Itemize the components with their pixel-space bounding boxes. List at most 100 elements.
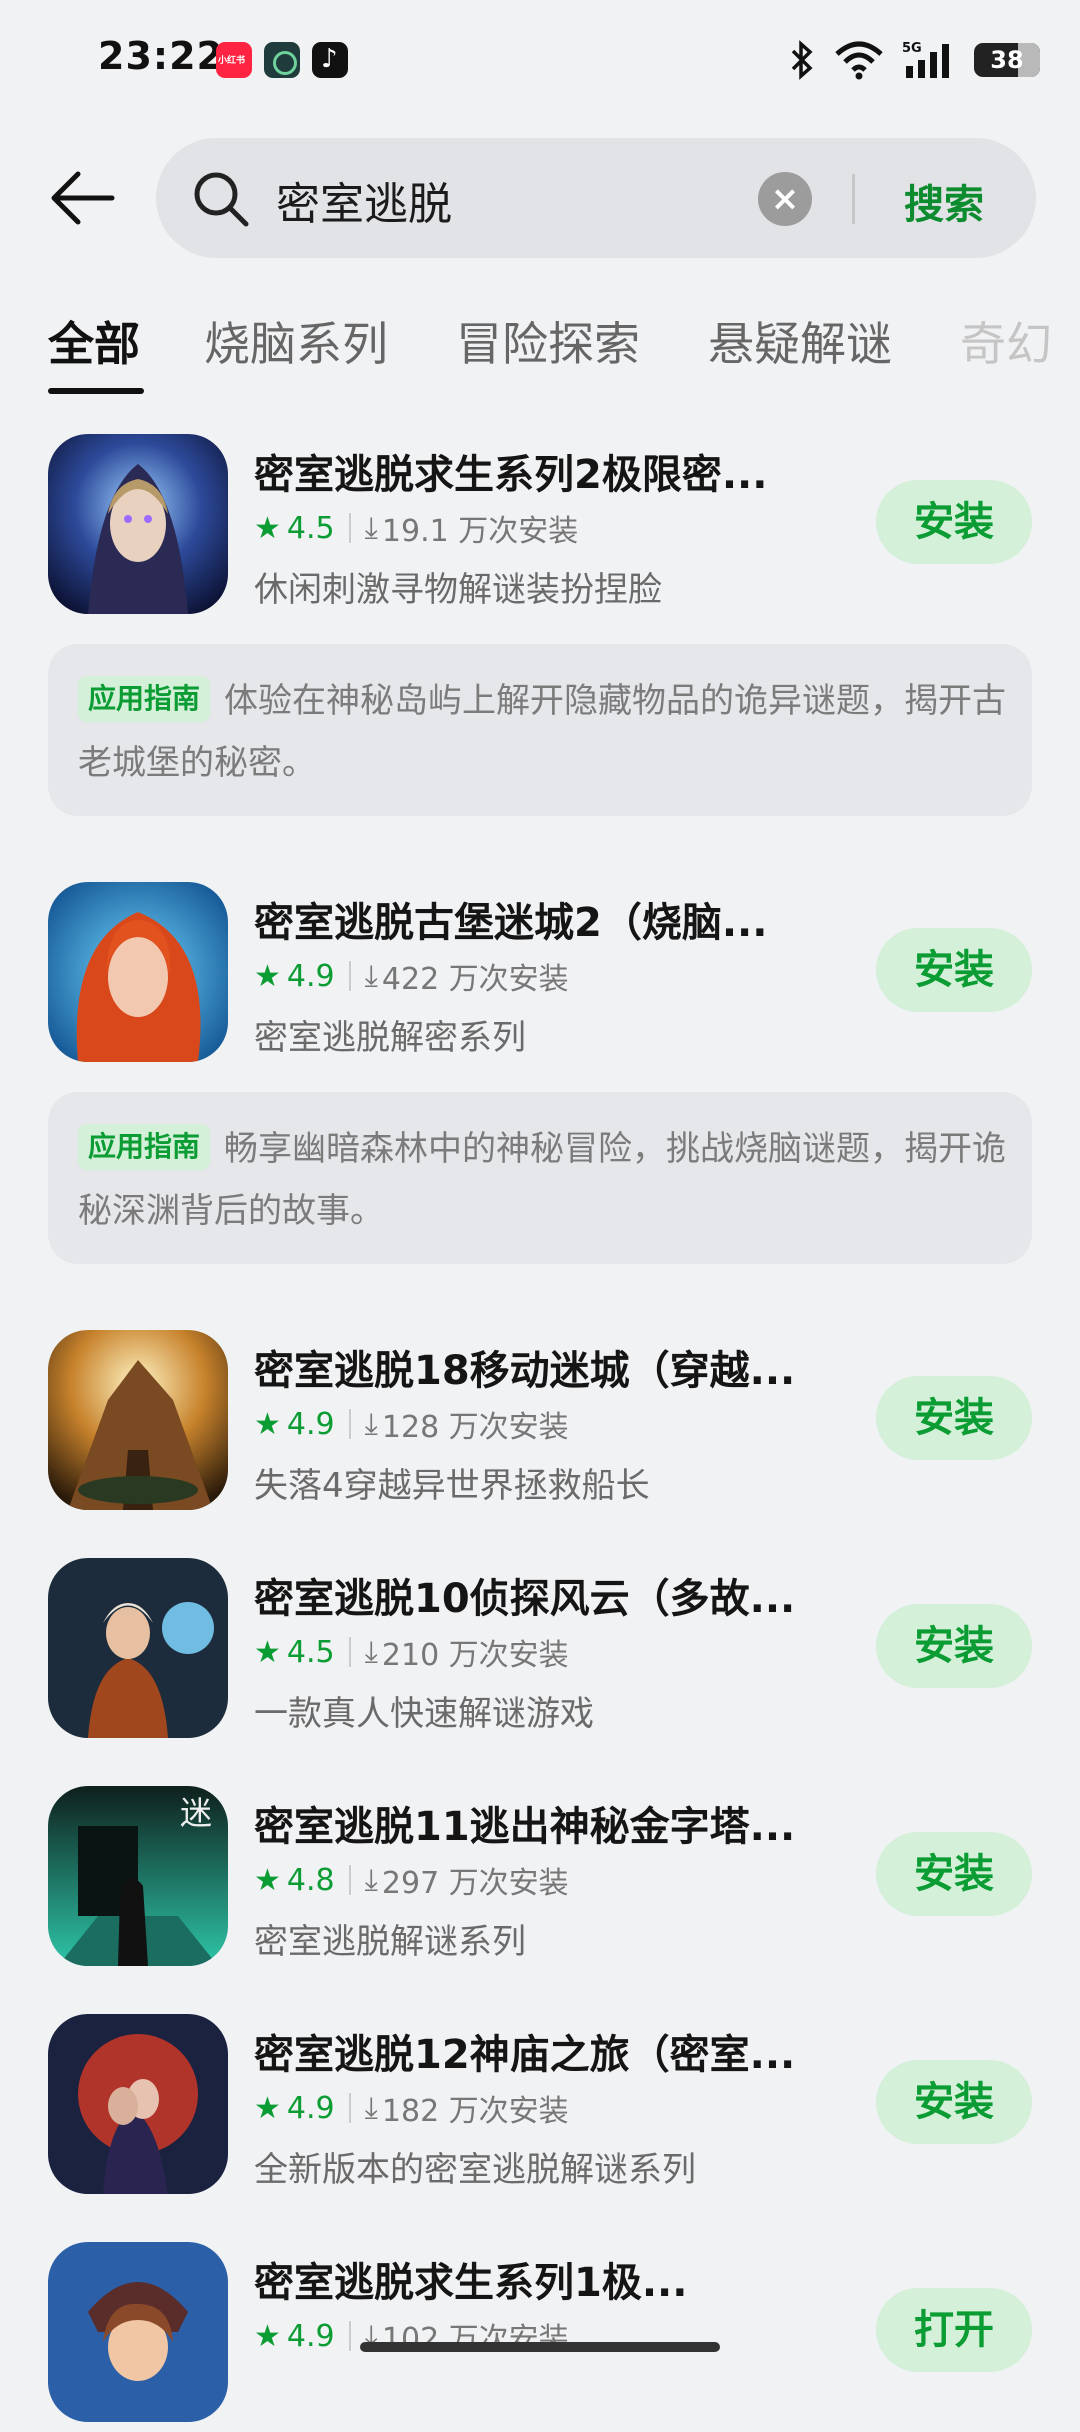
list-item[interactable]: 密室逃脱10侦探风云（多故... ★ 4.5 ⤓ 210 万次安装 一款真人快速… [0, 1558, 1080, 1748]
app-icon [48, 2014, 228, 2194]
app-title[interactable]: 密室逃脱求生系列2极限密... [254, 442, 767, 500]
app-icon: 迷 [48, 1786, 228, 1966]
battery-level: 38 [990, 46, 1024, 74]
guide-badge: 应用指南 [78, 1124, 211, 1170]
guide-content: 体验在神秘岛屿上解开隐藏物品的诡异谜题，揭开古老城堡的秘密。 [78, 681, 1007, 783]
divider [348, 1409, 351, 1439]
install-button[interactable]: 安装 [876, 1376, 1032, 1460]
star-icon: ★ [254, 2090, 281, 2126]
star-icon: ★ [254, 958, 281, 994]
battery-icon: 38 [974, 43, 1040, 77]
download-icon: ⤓ [364, 2090, 378, 2126]
app-description: 密室逃脱解谜系列 [254, 1922, 526, 1962]
clear-icon[interactable]: × [758, 172, 812, 226]
app-description: 一款真人快速解谜游戏 [254, 1694, 594, 1734]
list-item[interactable]: 密室逃脱18移动迷城（穿越... ★ 4.9 ⤓ 128 万次安装 失落4穿越异… [0, 1330, 1080, 1520]
app-icon [48, 1558, 228, 1738]
tab-mystery[interactable]: 悬疑解谜 [708, 308, 892, 374]
bluetooth-icon [791, 40, 813, 80]
tab-adventure[interactable]: 冒险探索 [456, 308, 640, 374]
app-rating: 4.5 [286, 510, 335, 546]
divider [348, 513, 351, 543]
divider [348, 961, 351, 991]
install-button[interactable]: 安装 [876, 928, 1032, 1012]
download-icon: ⤓ [364, 1862, 378, 1898]
app-meta: ★ 4.5 ⤓ 210 万次安装 [254, 1630, 569, 1674]
app-rating: 4.9 [286, 2318, 335, 2354]
star-icon: ★ [254, 1406, 281, 1442]
app-meta: ★ 4.5 ⤓ 19.1 万次安装 [254, 506, 578, 550]
app-description: 全新版本的密室逃脱解谜系列 [254, 2150, 696, 2190]
app-meta: ★ 4.8 ⤓ 297 万次安装 [254, 1858, 569, 1902]
app-meta: ★ 4.9 ⤓ 422 万次安装 [254, 954, 569, 998]
tiktok-notification-icon [312, 42, 348, 78]
search-box[interactable]: 密室逃脱 × 搜索 [156, 138, 1036, 258]
search-button[interactable]: 搜索 [904, 172, 984, 230]
app-guide-card[interactable]: 应用指南 体验在神秘岛屿上解开隐藏物品的诡异谜题，揭开古老城堡的秘密。 [48, 644, 1032, 816]
app-installs: 128 万次安装 [381, 1410, 569, 1445]
install-button[interactable]: 安装 [876, 1604, 1032, 1688]
app-rating: 4.9 [286, 2090, 335, 2126]
svg-text:5G: 5G [902, 41, 922, 56]
back-arrow-icon[interactable] [48, 168, 118, 228]
tab-fantasy[interactable]: 奇幻 [960, 308, 1052, 374]
list-item[interactable]: 密室逃脱求生系列1极... ★ 4.9 ⤓ 102 万次安装 打开 [0, 2242, 1080, 2432]
app-rating: 4.8 [286, 1862, 335, 1898]
home-indicator[interactable] [360, 2342, 720, 2352]
wifi-icon [835, 41, 883, 80]
divider [348, 1637, 351, 1667]
app-installs: 182 万次安装 [381, 2094, 569, 2129]
app-title[interactable]: 密室逃脱10侦探风云（多故... [254, 1566, 795, 1624]
guide-badge: 应用指南 [78, 676, 211, 722]
tab-brain[interactable]: 烧脑系列 [204, 308, 388, 374]
list-item[interactable]: 迷 密室逃脱11逃出神秘金字塔... ★ 4.8 ⤓ 297 万次安装 密室逃脱… [0, 1786, 1080, 1976]
install-button[interactable]: 安装 [876, 1832, 1032, 1916]
app-title[interactable]: 密室逃脱12神庙之旅（密室... [254, 2022, 795, 2080]
star-icon: ★ [254, 1634, 281, 1670]
download-icon: ⤓ [364, 1406, 378, 1442]
star-icon: ★ [254, 510, 281, 546]
guide-content: 畅享幽暗森林中的神秘冒险，挑战烧脑谜题，揭开诡秘深渊背后的故事。 [78, 1129, 1007, 1231]
app-meta: ★ 4.9 ⤓ 182 万次安装 [254, 2086, 569, 2130]
open-button[interactable]: 打开 [876, 2288, 1032, 2372]
app-rating: 4.5 [286, 1634, 335, 1670]
app-installs: 210 万次安装 [381, 1638, 569, 1673]
app-icon [48, 2242, 228, 2422]
app-description: 密室逃脱解密系列 [254, 1018, 526, 1058]
app-installs: 422 万次安装 [381, 962, 569, 997]
app-notification-icon [264, 42, 300, 78]
app-guide-text: 应用指南 畅享幽暗森林中的神秘冒险，挑战烧脑谜题，揭开诡秘深渊背后的故事。 [78, 1118, 1008, 1242]
xiaohongshu-notification-icon [216, 42, 252, 78]
app-meta: ★ 4.9 ⤓ 128 万次安装 [254, 1402, 569, 1446]
list-item[interactable]: 密室逃脱12神庙之旅（密室... ★ 4.9 ⤓ 182 万次安装 全新版本的密… [0, 2014, 1080, 2204]
cellular-signal-icon: 5G [902, 41, 949, 78]
star-icon: ★ [254, 2318, 281, 2354]
category-tabs: 全部 烧脑系列 冒险探索 悬疑解谜 奇幻 [0, 296, 1080, 396]
list-item[interactable]: 密室逃脱求生系列2极限密... ★ 4.5 ⤓ 19.1 万次安装 休闲刺激寻物… [0, 434, 1080, 624]
search-input[interactable]: 密室逃脱 [276, 168, 452, 232]
svg-text:迷: 迷 [180, 1794, 212, 1832]
app-guide-text: 应用指南 体验在神秘岛屿上解开隐藏物品的诡异谜题，揭开古老城堡的秘密。 [78, 670, 1008, 794]
download-icon: ⤓ [364, 510, 378, 546]
app-installs: 297 万次安装 [381, 1866, 569, 1901]
app-title[interactable]: 密室逃脱求生系列1极... [254, 2250, 687, 2308]
app-title[interactable]: 密室逃脱古堡迷城2（烧脑... [254, 890, 767, 948]
app-description: 失落4穿越异世界拯救船长 [254, 1466, 650, 1506]
divider [348, 1865, 351, 1895]
app-title[interactable]: 密室逃脱11逃出神秘金字塔... [254, 1794, 795, 1852]
install-button[interactable]: 安装 [876, 480, 1032, 564]
divider [852, 174, 855, 224]
list-item[interactable]: 密室逃脱古堡迷城2（烧脑... ★ 4.9 ⤓ 422 万次安装 密室逃脱解密系… [0, 882, 1080, 1072]
app-installs: 19.1 万次安装 [381, 514, 579, 549]
tab-all[interactable]: 全部 [48, 308, 140, 374]
app-guide-card[interactable]: 应用指南 畅享幽暗森林中的神秘冒险，挑战烧脑谜题，揭开诡秘深渊背后的故事。 [48, 1092, 1032, 1264]
tab-indicator [48, 388, 144, 394]
system-icons: 5G 38 [788, 36, 1040, 84]
status-time: 23:22 [98, 34, 224, 78]
app-title[interactable]: 密室逃脱18移动迷城（穿越... [254, 1338, 795, 1396]
status-bar: 23:22 5G 38 [0, 0, 1080, 120]
search-icon [194, 172, 249, 227]
divider [348, 2321, 351, 2351]
app-description: 休闲刺激寻物解谜装扮捏脸 [254, 570, 662, 610]
install-button[interactable]: 安装 [876, 2060, 1032, 2144]
